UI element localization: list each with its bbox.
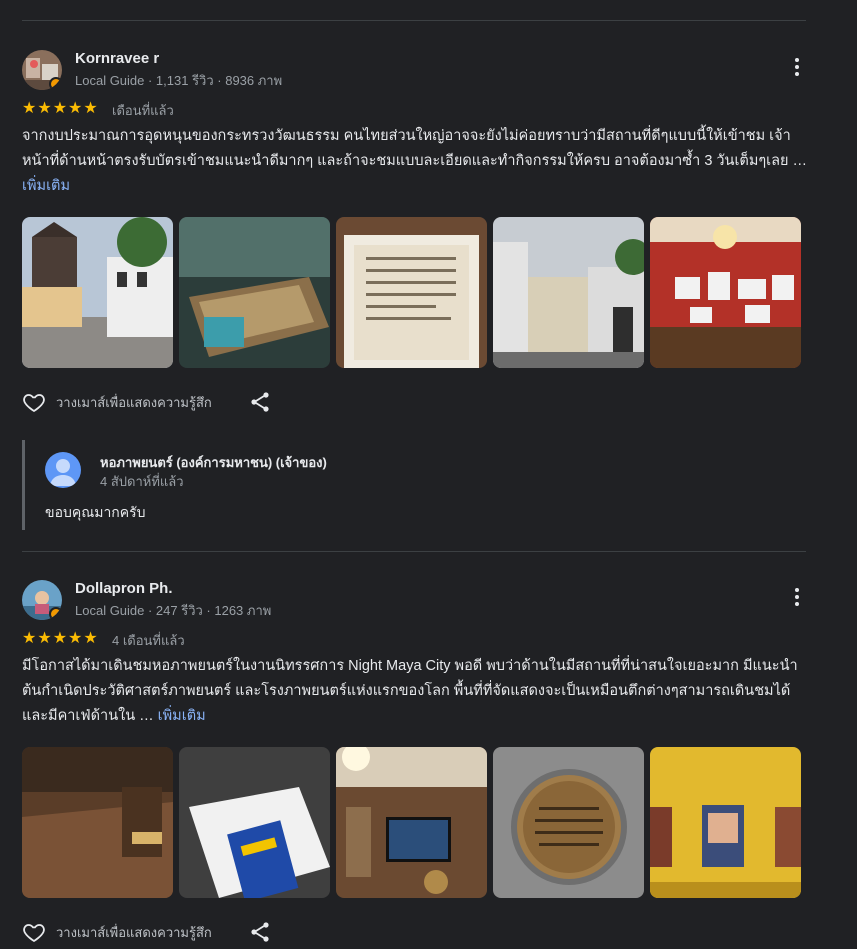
review-photo[interactable] (493, 747, 644, 898)
reviewer-meta: Local Guide · 247 รีวิว · 1263 ภาพ (75, 603, 272, 618)
reviewer-avatar[interactable] (22, 50, 62, 90)
local-guide-badge-icon (49, 77, 62, 90)
review-time: เดือนที่แล้ว (112, 103, 174, 118)
divider-middle (22, 551, 806, 552)
review-photo[interactable] (493, 217, 644, 368)
read-more-link[interactable]: เพิ่มเติม (158, 708, 206, 724)
reviewer-name[interactable]: Kornravee r (75, 50, 159, 67)
heart-icon[interactable] (22, 390, 46, 414)
review-time: 4 เดือนที่แล้ว (112, 633, 185, 648)
reaction-hint: วางเมาส์เพื่อแสดงความรู้สึก (56, 924, 212, 940)
owner-reply-text: ขอบคุณมากครับ (45, 504, 146, 520)
star-rating: ★★★★★ (22, 630, 99, 647)
local-guide-badge-icon (49, 607, 62, 620)
review-photo[interactable] (650, 217, 801, 368)
review-text-content: จากงบประมาณการอุดหนุนของกระทรวงวัฒนธรรม … (22, 128, 808, 169)
review-photo[interactable] (179, 747, 330, 898)
review-text-content: มีโอกาสได้มาเดินชมหอภาพยนตร์ในงานนิทรรศก… (22, 658, 798, 724)
review-photo[interactable] (22, 217, 173, 368)
review-card: Kornravee r Local Guide · 1,131 รีวิว · … (22, 50, 812, 420)
reaction-hint: วางเมาส์เพื่อแสดงความรู้สึก (56, 394, 212, 410)
review-photo[interactable] (650, 747, 801, 898)
star-rating: ★★★★★ (22, 100, 99, 117)
reviewer-meta: Local Guide · 1,131 รีวิว · 8936 ภาพ (75, 73, 283, 88)
review-actions: วางเมาส์เพื่อแสดงความรู้สึก (22, 388, 272, 416)
review-photo[interactable] (179, 217, 330, 368)
read-more-link[interactable]: เพิ่มเติม (22, 178, 70, 194)
reviewer-avatar[interactable] (22, 580, 62, 620)
more-vert-icon[interactable] (794, 588, 800, 608)
more-vert-icon[interactable] (794, 58, 800, 78)
divider-top (22, 20, 806, 21)
review-photo[interactable] (336, 747, 487, 898)
owner-reply-time: 4 สัปดาห์ที่แล้ว (100, 474, 184, 489)
review-photo[interactable] (22, 747, 173, 898)
review-photos (22, 217, 801, 368)
review-photo[interactable] (336, 217, 487, 368)
review-photos (22, 747, 801, 898)
share-icon[interactable] (248, 920, 272, 944)
review-text: จากงบประมาณการอุดหนุนของกระทรวงวัฒนธรรม … (22, 124, 812, 199)
share-icon[interactable] (248, 390, 272, 414)
heart-icon[interactable] (22, 920, 46, 944)
reviewer-name[interactable]: Dollapron Ph. (75, 580, 173, 597)
owner-avatar[interactable] (45, 452, 81, 488)
owner-reply: หอภาพยนตร์ (องค์การมหาชน) (เจ้าของ) 4 สั… (22, 440, 805, 530)
owner-name[interactable]: หอภาพยนตร์ (องค์การมหาชน) (เจ้าของ) (100, 452, 327, 473)
review-text: มีโอกาสได้มาเดินชมหอภาพยนตร์ในงานนิทรรศก… (22, 654, 812, 729)
review-actions: วางเมาส์เพื่อแสดงความรู้สึก (22, 918, 272, 946)
review-card: Dollapron Ph. Local Guide · 247 รีวิว · … (22, 580, 812, 949)
